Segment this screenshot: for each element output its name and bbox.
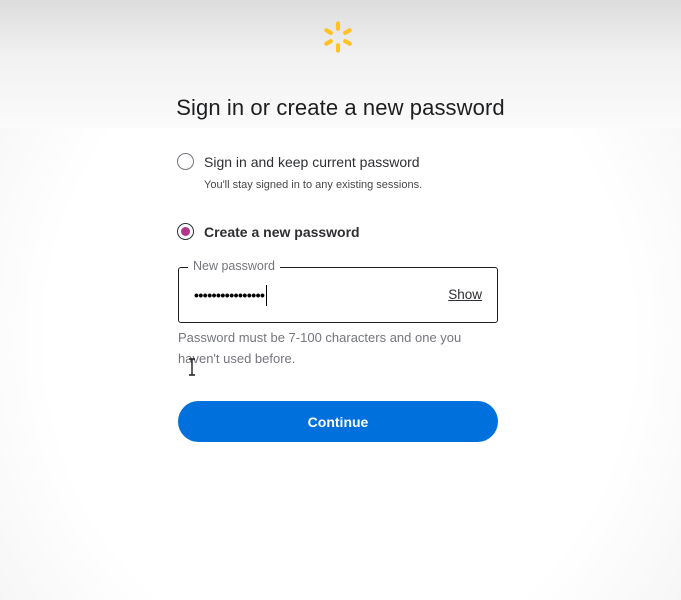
option-create-password[interactable]: Create a new password xyxy=(177,223,360,240)
new-password-input[interactable]: •••••••••••••••• xyxy=(194,284,268,306)
option-create-password-label: Create a new password xyxy=(204,223,360,240)
text-caret xyxy=(266,284,268,306)
new-password-label: New password xyxy=(188,259,280,273)
new-password-field[interactable]: New password •••••••••••••••• Show xyxy=(178,259,498,323)
radio-create-password[interactable] xyxy=(177,223,194,240)
option-keep-password[interactable]: Sign in and keep current password xyxy=(177,153,420,170)
walmart-spark-icon xyxy=(324,21,352,53)
page-title: Sign in or create a new password xyxy=(176,95,505,120)
radio-keep-password[interactable] xyxy=(177,153,194,170)
option-keep-password-description: You'll stay signed in to any existing se… xyxy=(204,179,423,191)
password-requirements-text: Password must be 7-100 characters and on… xyxy=(178,330,462,366)
option-keep-password-label: Sign in and keep current password xyxy=(204,153,420,170)
continue-button[interactable]: Continue xyxy=(178,401,498,442)
show-password-button[interactable]: Show xyxy=(448,287,482,302)
text-cursor-icon xyxy=(189,358,195,376)
new-password-value: •••••••••••••••• xyxy=(194,287,265,303)
